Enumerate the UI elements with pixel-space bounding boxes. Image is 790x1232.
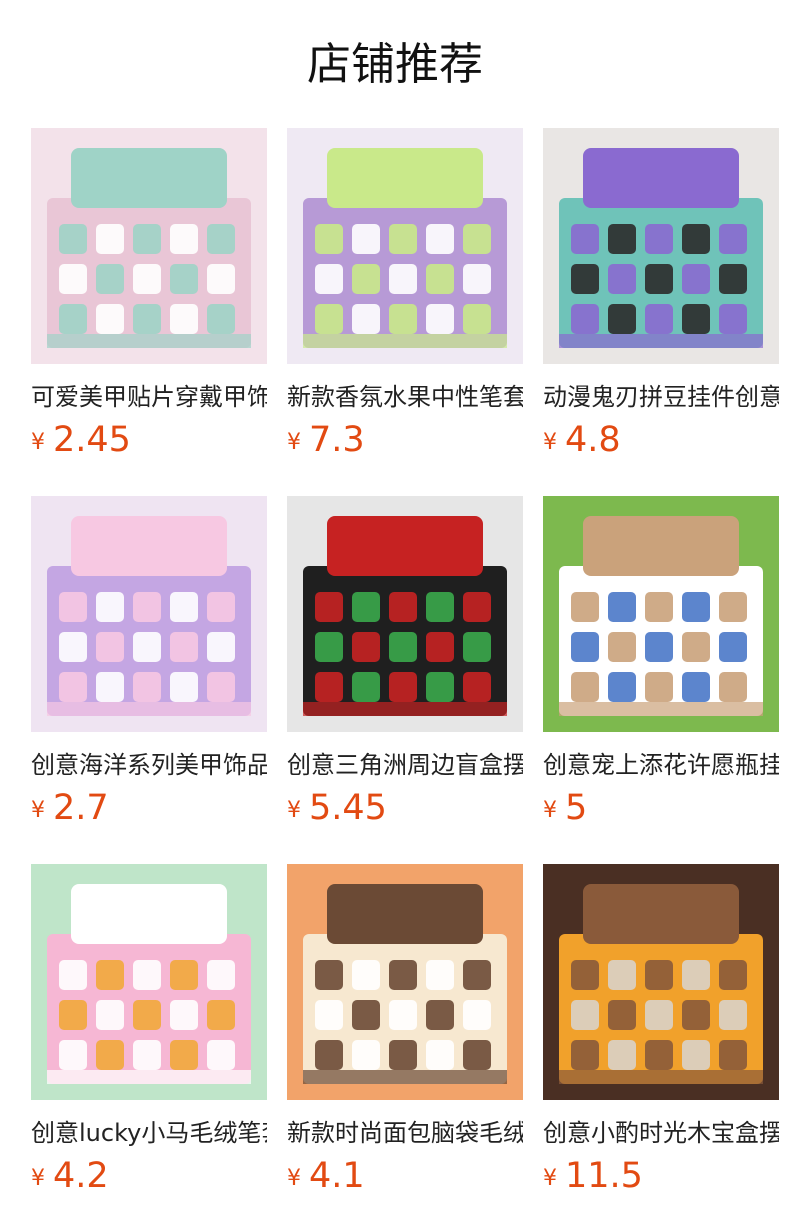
pet-wish-bottle-shelf-image	[543, 496, 779, 732]
product-card[interactable]: 创意海洋系列美甲饰品盒 ¥2.7	[31, 496, 267, 864]
product-name: 创意lucky小马毛绒笔套装	[31, 1119, 267, 1147]
currency-symbol: ¥	[543, 1166, 557, 1191]
product-price: ¥4.1	[287, 1156, 523, 1202]
product-image[interactable]	[543, 128, 779, 364]
product-image[interactable]	[287, 128, 523, 364]
product-image[interactable]	[31, 128, 267, 364]
delta-blind-box-display-image	[287, 496, 523, 732]
product-price: ¥2.7	[31, 788, 267, 834]
product-image[interactable]	[31, 864, 267, 1100]
product-image[interactable]	[287, 864, 523, 1100]
fruit-gel-pen-display-image	[287, 128, 523, 364]
price-value: 4.1	[309, 1156, 365, 1196]
product-price: ¥5.45	[287, 788, 523, 834]
anime-bead-keychain-box-image	[543, 128, 779, 364]
price-value: 2.7	[53, 788, 109, 828]
product-name: 新款香氛水果中性笔套装	[287, 383, 523, 411]
lucky-pony-plush-pen-image	[31, 864, 267, 1100]
product-image[interactable]	[31, 496, 267, 732]
price-value: 4.2	[53, 1156, 109, 1196]
product-card[interactable]: 创意lucky小马毛绒笔套装 ¥4.2	[31, 864, 267, 1232]
currency-symbol: ¥	[543, 798, 557, 823]
product-name: 创意小酌时光木宝盒摆件	[543, 1119, 779, 1147]
product-image[interactable]	[543, 496, 779, 732]
currency-symbol: ¥	[31, 798, 45, 823]
currency-symbol: ¥	[287, 430, 301, 455]
currency-symbol: ¥	[287, 1166, 301, 1191]
wooden-treasure-box-image	[543, 864, 779, 1100]
price-value: 11.5	[565, 1156, 643, 1196]
product-price: ¥7.3	[287, 420, 523, 466]
currency-symbol: ¥	[31, 430, 45, 455]
product-image[interactable]	[543, 864, 779, 1100]
product-price: ¥11.5	[543, 1156, 779, 1202]
product-name: 新款时尚面包脑袋毛绒笔	[287, 1119, 523, 1147]
product-price: ¥4.8	[543, 420, 779, 466]
product-card[interactable]: 创意小酌时光木宝盒摆件 ¥11.5	[543, 864, 779, 1232]
product-name: 创意宠上添花许愿瓶挂件	[543, 751, 779, 779]
product-card[interactable]: 可爱美甲贴片穿戴甲饰品 ¥2.45	[31, 128, 267, 496]
product-price: ¥4.2	[31, 1156, 267, 1202]
nail-art-box-image	[31, 128, 267, 364]
product-card[interactable]: 动漫鬼刃拼豆挂件创意玩具 ¥4.8	[543, 128, 779, 496]
product-name: 可爱美甲贴片穿戴甲饰品	[31, 383, 267, 411]
page-title: 店铺推荐	[307, 39, 483, 90]
currency-symbol: ¥	[31, 1166, 45, 1191]
product-card[interactable]: 创意三角洲周边盲盒摆件 ¥5.45	[287, 496, 523, 864]
product-image[interactable]	[287, 496, 523, 732]
product-price: ¥2.45	[31, 420, 267, 466]
product-name: 创意三角洲周边盲盒摆件	[287, 751, 523, 779]
ocean-nail-charm-box-image	[31, 496, 267, 732]
product-name: 创意海洋系列美甲饰品盒	[31, 751, 267, 779]
product-grid: 可爱美甲贴片穿戴甲饰品 ¥2.45 新款香氛水果中性笔套装 ¥7.3 动漫鬼刃拼…	[31, 128, 779, 1232]
price-value: 7.3	[309, 420, 365, 460]
currency-symbol: ¥	[287, 798, 301, 823]
price-value: 5	[565, 788, 588, 828]
product-card[interactable]: 创意宠上添花许愿瓶挂件 ¥5	[543, 496, 779, 864]
product-card[interactable]: 新款香氛水果中性笔套装 ¥7.3	[287, 128, 523, 496]
price-value: 4.8	[565, 420, 621, 460]
currency-symbol: ¥	[543, 430, 557, 455]
bread-head-plush-pen-image	[287, 864, 523, 1100]
price-value: 2.45	[53, 420, 131, 460]
product-price: ¥5	[543, 788, 779, 834]
product-name: 动漫鬼刃拼豆挂件创意玩具	[543, 383, 779, 411]
product-card[interactable]: 新款时尚面包脑袋毛绒笔 ¥4.1	[287, 864, 523, 1232]
price-value: 5.45	[309, 788, 387, 828]
